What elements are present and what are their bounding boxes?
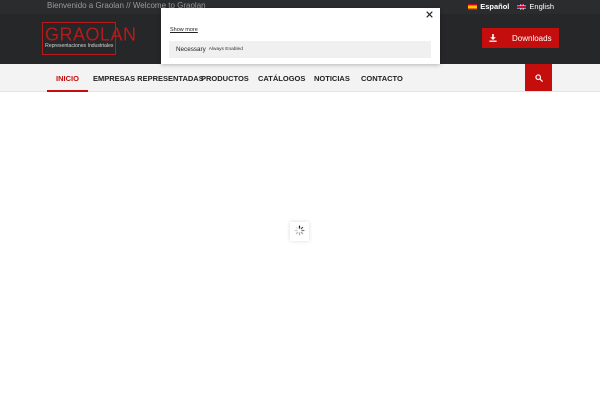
downloads-button[interactable]: Downloads [482,28,559,48]
page-loader [290,222,309,241]
language-option-en[interactable]: English [517,2,554,11]
logo-wordmark: GRAOLAN [45,23,137,45]
language-switcher: Español English [468,2,554,11]
nav-item-contacto[interactable]: CONTACTO [361,64,403,92]
close-icon[interactable] [424,11,434,21]
nav-item-noticias[interactable]: NOTICIAS [314,64,350,92]
cookie-category-necessary[interactable]: Necessary Always Enabled [169,41,431,58]
nav-item-empresas[interactable]: EMPRESAS REPRESENTADAS [93,64,204,92]
show-more-link[interactable]: Show more [170,27,198,33]
search-icon [534,69,543,87]
language-label-en: English [529,2,554,11]
nav-item-inicio[interactable]: INICIO [47,64,88,92]
site-logo[interactable]: GRAOLAN Representaciones Industriales [42,22,137,55]
nav-item-productos[interactable]: PRODUCTOS [201,64,249,92]
spain-flag-icon [468,3,478,10]
nav-item-catalogos[interactable]: CATÁLOGOS [258,64,305,92]
language-label-es: Español [480,2,510,11]
download-icon [488,34,498,42]
search-button[interactable] [525,64,552,91]
cookie-category-name: Necessary [176,46,206,53]
downloads-label: Downloads [512,33,552,43]
cookie-category-status: Always Enabled [208,47,243,52]
spinner-icon [294,223,305,241]
cookie-consent-popup: Show more Necessary Always Enabled [161,8,440,64]
main-nav: INICIO EMPRESAS REPRESENTADAS PRODUCTOS … [0,64,600,92]
language-option-es[interactable]: Español [468,2,509,11]
uk-flag-icon [517,3,527,10]
